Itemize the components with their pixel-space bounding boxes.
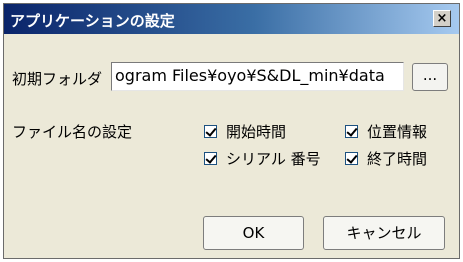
- checkbox-checked-icon: [204, 125, 217, 138]
- close-button[interactable]: ×: [433, 10, 451, 27]
- window-title: アプリケーションの設定: [10, 12, 175, 30]
- settings-dialog: アプリケーションの設定 × 初期フォルダ ogram Files¥oyo¥S&D…: [3, 3, 460, 259]
- checkbox-start-time[interactable]: 開始時間: [204, 121, 286, 142]
- checkbox-label: 終了時間: [367, 150, 428, 168]
- close-icon: ×: [436, 11, 448, 26]
- ok-button[interactable]: OK: [203, 216, 304, 250]
- filename-settings-label: ファイル名の設定: [12, 123, 133, 141]
- initial-folder-label: 初期フォルダ: [12, 70, 103, 88]
- checkbox-location[interactable]: 位置情報: [345, 121, 427, 142]
- checkbox-checked-icon: [204, 152, 217, 165]
- checkbox-end-time[interactable]: 終了時間: [345, 148, 427, 169]
- checkbox-serial-number[interactable]: シリアル 番号: [204, 148, 321, 169]
- initial-folder-input[interactable]: ogram Files¥oyo¥S&DL_min¥data: [111, 62, 404, 91]
- browse-button[interactable]: ...: [412, 63, 448, 91]
- checkbox-checked-icon: [345, 125, 358, 138]
- checkbox-checked-icon: [345, 152, 358, 165]
- checkbox-label: 位置情報: [367, 123, 428, 141]
- checkbox-label: シリアル 番号: [226, 150, 321, 168]
- checkbox-label: 開始時間: [226, 123, 287, 141]
- title-bar[interactable]: アプリケーションの設定 ×: [4, 4, 459, 34]
- cancel-button[interactable]: キャンセル: [323, 216, 445, 250]
